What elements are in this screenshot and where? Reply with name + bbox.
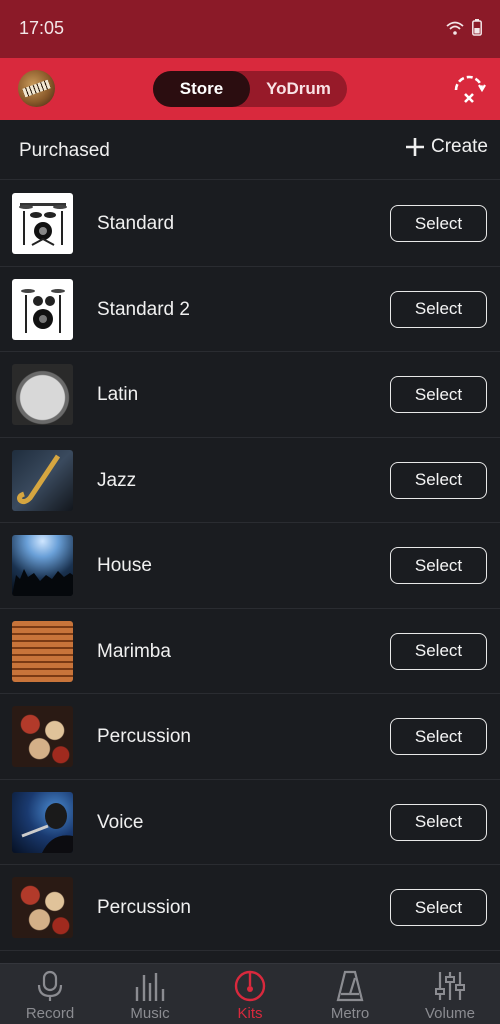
kit-row[interactable]: Latin Select [0,352,500,438]
tab-label: Metro [330,1005,370,1022]
tab-yodrum[interactable]: YoDrum [250,71,347,107]
select-button[interactable]: Select [390,632,487,670]
select-button[interactable]: Select [390,461,487,499]
kit-thumbnail [12,706,73,767]
status-icons [446,19,482,36]
tab-record[interactable]: Record [0,964,100,1024]
kit-thumbnail [12,193,73,254]
kit-name: Jazz [97,469,137,491]
tab-label: Record [25,1005,75,1022]
kit-row[interactable]: Marimba Select [0,608,500,694]
select-button[interactable]: Select [390,889,487,926]
plus-icon [405,138,424,156]
select-button[interactable]: Select [390,290,487,328]
tab-store[interactable]: Store [153,71,250,107]
wifi-icon [446,21,464,35]
tab-label: Volume [424,1005,476,1022]
kit-row[interactable]: Jazz Select [0,437,500,523]
tab-metro[interactable]: Metro [300,964,400,1024]
tab-music[interactable]: Music [100,964,200,1024]
drum-icon [234,970,266,1002]
kit-thumbnail [12,620,73,682]
status-time: 17:05 [19,18,65,38]
kit-name: Standard [97,213,175,234]
kit-thumbnail [12,364,73,425]
status-bar: 17:05 [0,0,500,58]
select-button[interactable]: Select [390,376,487,413]
kit-thumbnail [12,278,73,340]
create-button[interactable]: Create [405,136,488,158]
kit-name: Percussion [97,897,191,918]
kit-row[interactable]: House Select [0,523,500,609]
select-button[interactable]: Select [390,718,487,755]
kit-thumbnail [12,535,73,596]
sliders-icon [435,972,465,1000]
kit-list[interactable]: Standard Select Standard 2 Select Latin … [0,181,500,963]
section-title: Purchased [19,140,110,161]
store-segmented-control: Store YoDrum [153,71,347,107]
tab-label: Music [130,1005,170,1022]
select-button[interactable]: Select [390,205,487,242]
kit-row[interactable]: Percussion Select [0,694,500,780]
kit-thumbnail [12,791,73,853]
kit-row[interactable]: Percussion Select [0,865,500,951]
cloud-sync-off-icon[interactable] [452,72,486,106]
tab-label: Kits [237,1005,263,1022]
select-button[interactable]: Select [390,803,487,841]
kit-thumbnail [12,877,73,938]
kit-row[interactable]: Standard 2 Select [0,266,500,352]
kit-name: Standard 2 [97,298,190,320]
kit-row[interactable]: Voice Select [0,779,500,865]
bottom-tab-bar: Record Music Kits Metro Volume [0,963,500,1024]
kit-thumbnail [12,449,73,511]
avatar[interactable] [18,70,55,107]
battery-icon [472,19,482,36]
kit-name: Percussion [97,726,191,747]
top-bar: Store YoDrum [0,58,500,120]
kit-row[interactable]: Standard Select [0,181,500,267]
tab-kits[interactable]: Kits [200,964,300,1024]
kit-name: Latin [97,384,139,405]
tab-volume[interactable]: Volume [400,964,500,1024]
section-header: Purchased Create [0,120,500,180]
metronome-icon [336,970,364,1002]
select-button[interactable]: Select [390,547,487,584]
create-label: Create [430,136,488,157]
music-bars-icon [135,973,165,1001]
kit-name: Marimba [97,640,171,662]
microphone-icon [37,970,63,1001]
kit-name: House [97,555,152,576]
kit-name: Voice [97,811,144,833]
